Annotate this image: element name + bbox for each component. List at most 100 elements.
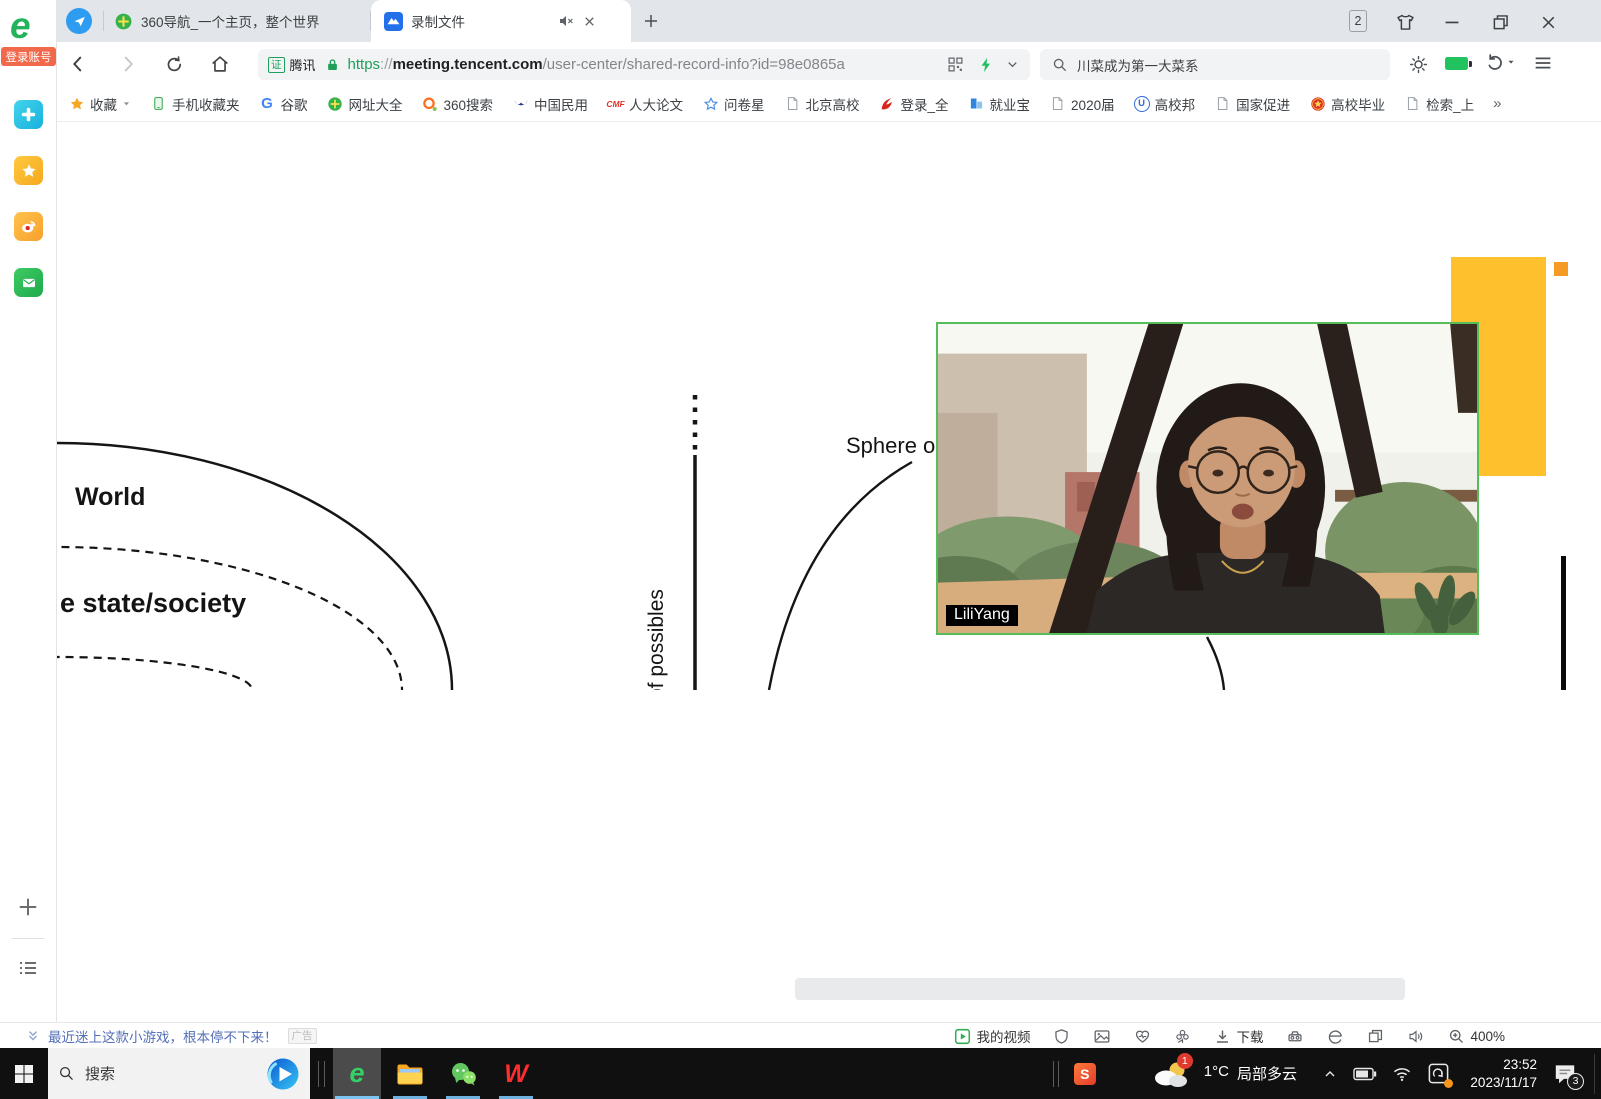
tab-360-nav[interactable]: 360导航_一个主页，整个世界 — [104, 0, 370, 42]
action-center-button[interactable]: 3 — [1552, 1061, 1579, 1087]
bookmark-2020[interactable]: 2020届 — [1049, 94, 1115, 114]
main-menu-button[interactable] — [1532, 52, 1554, 74]
sidebar-mail-icon[interactable] — [14, 268, 43, 297]
battery-saver-button[interactable] — [1445, 57, 1468, 70]
star-filled-icon — [68, 95, 85, 112]
sidebar-weibo-icon[interactable] — [14, 212, 43, 241]
bookmark-login[interactable]: 登录_全 — [879, 94, 949, 114]
lock-icon[interactable] — [325, 57, 340, 73]
address-bar[interactable]: 证 腾讯 https://meeting.tencent.com/user-ce… — [258, 49, 1030, 80]
compat-mode-e-icon[interactable] — [1327, 1028, 1344, 1045]
bookmark-phone-favorites[interactable]: 手机收藏夹 — [150, 94, 240, 114]
sogou-input-icon[interactable]: S — [1074, 1063, 1096, 1085]
bookmark-cmf-paper[interactable]: CMF 人大论文 — [607, 94, 683, 114]
ad-badge: 广告 — [288, 1028, 317, 1044]
bookmark-national-promo[interactable]: 国家促进 — [1214, 94, 1290, 114]
new-tab-button[interactable] — [642, 12, 660, 30]
chevron-down-icon[interactable] — [1005, 57, 1020, 72]
bookmark-search-record[interactable]: 检索_上 — [1404, 94, 1474, 114]
bookmark-beijing-colleges[interactable]: 北京高校 — [784, 94, 860, 114]
ad-link[interactable]: 最近迷上这款小游戏，根本停不下来！ — [48, 1026, 278, 1046]
site-name[interactable]: 腾讯 — [290, 55, 316, 74]
refresh-button[interactable] — [161, 51, 187, 77]
forward-button[interactable] — [115, 51, 141, 77]
qr-code-icon[interactable] — [947, 56, 964, 73]
restore-icon — [1490, 12, 1511, 33]
bookmark-favorites[interactable]: 收藏 — [68, 94, 131, 114]
restore-session-button[interactable] — [1485, 51, 1516, 72]
tab-close-icon[interactable] — [582, 14, 597, 29]
bookmark-google[interactable]: G 谷歌 — [259, 94, 308, 114]
bookmark-gaoxiaobang[interactable]: U 高校邦 — [1134, 94, 1196, 114]
bookmark-caac[interactable]: 中国民用 — [512, 94, 588, 114]
tab-audio-mute-icon[interactable] — [558, 13, 574, 29]
show-desktop-sliver[interactable] — [1594, 1054, 1595, 1094]
wifi-status-icon[interactable] — [1392, 1065, 1412, 1082]
tab-count-chip[interactable]: 2 — [1349, 10, 1367, 32]
home-icon — [209, 53, 231, 75]
weibo-eye-icon — [19, 217, 38, 236]
speaker-icon[interactable] — [1407, 1028, 1425, 1045]
my-videos-button[interactable]: 我的视频 — [954, 1026, 1030, 1046]
bookmark-360-sites[interactable]: 网址大全 — [327, 94, 403, 114]
taskbar-app-wechat[interactable] — [439, 1048, 487, 1099]
weather-widget-text[interactable]: 1°C 局部多云 — [1204, 1063, 1297, 1084]
taskbar-app-wps[interactable]: W — [492, 1048, 540, 1099]
plus-cross-icon — [20, 106, 37, 123]
certificate-chip[interactable]: 证 — [268, 57, 285, 73]
shared-slide-region[interactable]: World e state/society Sphere o of possib… — [57, 122, 1601, 690]
quick-search-box[interactable]: 川菜成为第一大菜系 — [1040, 49, 1390, 80]
bookmark-wenjuanxing[interactable]: 问卷星 — [702, 94, 765, 114]
national-emblem-icon — [1309, 95, 1326, 112]
split-window-icon[interactable] — [1367, 1028, 1384, 1045]
day-night-mode-button[interactable] — [1405, 51, 1431, 77]
printer-icon[interactable] — [1286, 1028, 1304, 1045]
ime-indicator-icon[interactable] — [1427, 1062, 1450, 1085]
minimize-button[interactable] — [1439, 9, 1465, 35]
sidebar-list-button[interactable] — [16, 956, 40, 980]
lightning-accelerate-icon[interactable] — [978, 56, 995, 74]
sidebar-assistant-app-icon[interactable] — [14, 100, 43, 129]
sidebar-favorites-icon[interactable] — [14, 156, 43, 185]
screenshot-image-icon[interactable] — [1093, 1028, 1111, 1045]
home-button[interactable] — [207, 51, 233, 77]
restore-button[interactable] — [1487, 9, 1513, 35]
sidebar-add-button[interactable] — [16, 895, 40, 919]
tab-recording-file[interactable]: 录制文件 — [371, 0, 631, 42]
clock-widget[interactable]: 23:52 2023/11/17 — [1465, 1056, 1537, 1092]
360-search-o-icon — [422, 95, 439, 112]
participant-video-tile[interactable]: LiliYang — [936, 322, 1479, 635]
back-button[interactable] — [65, 51, 91, 77]
bookmark-jiuyebao[interactable]: 就业宝 — [968, 94, 1031, 114]
login-account-tooltip[interactable]: 登录账号 — [1, 47, 56, 66]
zoom-level-control[interactable]: 400% — [1448, 1028, 1505, 1045]
battery-status-icon[interactable] — [1353, 1066, 1377, 1082]
taskbar-app-360browser[interactable]: e — [333, 1048, 381, 1099]
taskbar-tray: S 1 1°C 局部多云 — [1053, 1048, 1595, 1099]
phone-icon — [150, 95, 167, 112]
plus-icon — [642, 12, 660, 30]
bookmark-graduates[interactable]: 高校毕业 — [1309, 94, 1385, 114]
shield-security-icon[interactable] — [1053, 1028, 1070, 1045]
envelope-icon — [20, 274, 38, 292]
taskbar-search-box[interactable]: 搜索 — [48, 1048, 310, 1099]
download-button[interactable]: 下载 — [1214, 1026, 1263, 1046]
taskbar-app-explorer[interactable] — [386, 1048, 434, 1099]
weather-widget-icon[interactable]: 1 — [1153, 1059, 1189, 1089]
flower-plugin-icon[interactable] — [1174, 1028, 1191, 1045]
search-icon — [58, 1065, 75, 1082]
url-text[interactable]: https://meeting.tencent.com/user-center/… — [348, 56, 845, 73]
pinned-tab[interactable] — [66, 8, 92, 34]
tray-expand-chevron-icon[interactable] — [1322, 1066, 1338, 1082]
video-seek-bar[interactable] — [795, 978, 1405, 1000]
list-icon — [16, 956, 40, 980]
bookmarks-overflow-button[interactable]: » — [1493, 95, 1501, 112]
close-window-button[interactable] — [1535, 9, 1561, 35]
ai-assistant-swirl-icon[interactable] — [266, 1057, 300, 1091]
collapse-double-chevron-icon[interactable] — [26, 1029, 40, 1043]
start-button[interactable] — [0, 1048, 48, 1099]
theme-skin-button[interactable] — [1392, 9, 1418, 35]
health-heart-icon[interactable] — [1134, 1028, 1151, 1045]
bookmark-360-search[interactable]: 360搜索 — [422, 94, 494, 114]
tray-handle[interactable] — [1053, 1061, 1059, 1087]
